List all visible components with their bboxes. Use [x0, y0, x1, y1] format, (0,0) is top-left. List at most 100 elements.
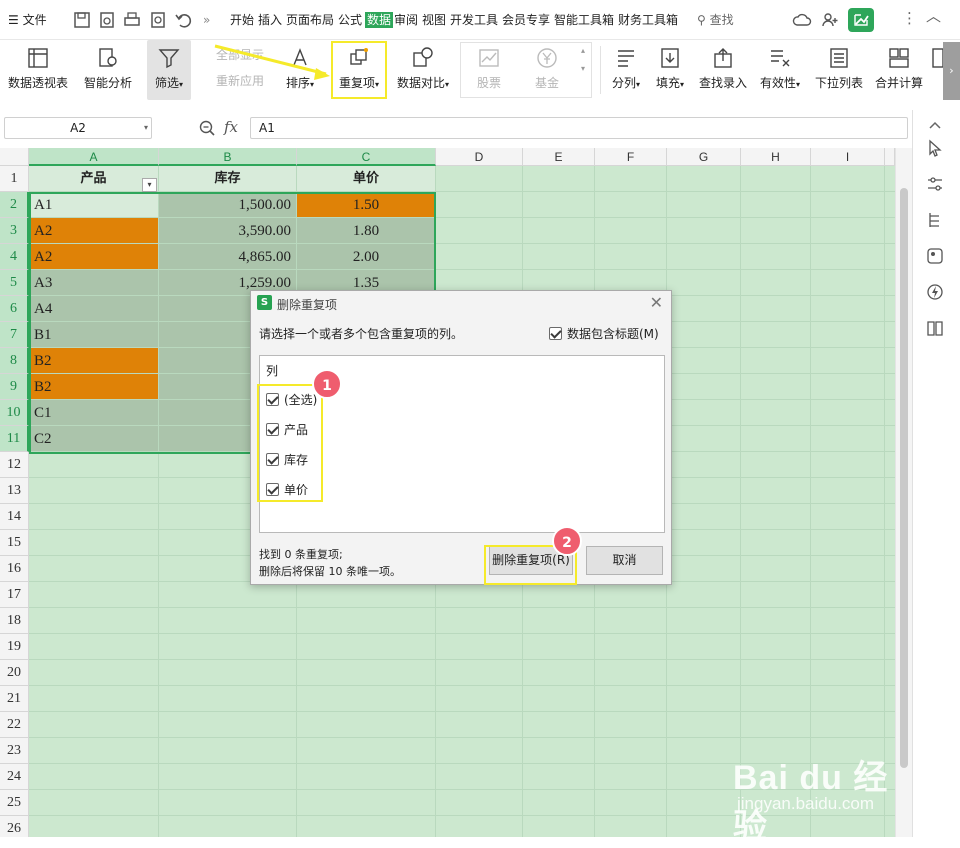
consolidate-button[interactable]: 合并计算	[872, 40, 926, 100]
header-cell-price[interactable]: 单价	[297, 166, 436, 192]
select-all-corner[interactable]	[0, 148, 29, 166]
column-header-g[interactable]: G	[667, 148, 741, 166]
tab-home[interactable]: 开始	[230, 12, 254, 28]
validity-button[interactable]: 有效性▾	[756, 40, 804, 100]
cell-product[interactable]: B1	[29, 322, 159, 348]
tab-formulas[interactable]: 公式	[338, 12, 362, 28]
split-column-button[interactable]: 分列▾	[606, 40, 646, 100]
row-header[interactable]: 9	[0, 374, 29, 400]
reapply-button[interactable]: 重新应用	[196, 68, 268, 96]
cancel-button[interactable]: 取消	[586, 546, 663, 575]
row-header[interactable]: 12	[0, 452, 29, 478]
tab-finance-toolbox[interactable]: 财务工具箱	[618, 12, 678, 28]
row-header[interactable]: 23	[0, 738, 29, 764]
filter-dropdown-button[interactable]: ▾	[142, 178, 157, 192]
cloud-sync-icon[interactable]	[792, 10, 812, 30]
tab-smart-toolbox[interactable]: 智能工具箱	[554, 12, 614, 28]
show-all-button[interactable]: 全部显示	[196, 40, 268, 68]
row-header[interactable]: 16	[0, 556, 29, 582]
column-header-f[interactable]: F	[595, 148, 667, 166]
cell-stock[interactable]: 1,500.00	[159, 192, 297, 218]
tab-developer[interactable]: 开发工具	[450, 12, 498, 28]
column-item-stock[interactable]: 库存	[266, 451, 308, 468]
column-header-j[interactable]	[885, 148, 895, 166]
row-header[interactable]: 14	[0, 504, 29, 530]
tab-review[interactable]: 审阅	[394, 12, 418, 28]
ribbon-overflow-icon[interactable]	[930, 40, 944, 100]
data-compare-button[interactable]: 数据对比▾	[392, 40, 454, 100]
add-user-icon[interactable]	[820, 10, 840, 30]
row-header[interactable]: 24	[0, 764, 29, 790]
tab-member[interactable]: 会员专享	[502, 12, 550, 28]
zoom-icon[interactable]	[198, 119, 216, 137]
column-header-b[interactable]: B	[159, 148, 297, 166]
settings-sliders-icon[interactable]	[925, 174, 945, 194]
collapse-up-icon[interactable]	[925, 116, 945, 136]
share-button[interactable]	[848, 8, 874, 32]
column-header-d[interactable]: D	[436, 148, 523, 166]
stock-gallery-scroll[interactable]: ▴ ▾	[578, 40, 592, 100]
row-header[interactable]: 5	[0, 270, 29, 296]
header-row-checkbox[interactable]: 数据包含标题(M)	[549, 325, 659, 342]
formula-input[interactable]: A1	[250, 117, 908, 139]
cell-product[interactable]: A3	[29, 270, 159, 296]
cell-price[interactable]: 1.80	[297, 218, 436, 244]
tab-view[interactable]: 视图	[422, 12, 446, 28]
column-header-c[interactable]: C	[297, 148, 436, 166]
tab-data[interactable]: 数据	[365, 12, 394, 28]
fx-icon[interactable]: fx	[224, 118, 238, 136]
ribbon-scroll-right-button[interactable]: ›	[943, 42, 960, 100]
duplicates-button[interactable]: 重复项▾	[334, 40, 384, 100]
name-box[interactable]: A2 ▾	[4, 117, 152, 139]
cell-price[interactable]: 1.50	[297, 192, 436, 218]
dialog-title-bar[interactable]: S 删除重复项 ✕	[251, 291, 671, 315]
filter-button[interactable]: 筛选▾	[147, 40, 191, 100]
collapse-ribbon-icon[interactable]: ︿	[926, 8, 941, 24]
row-header[interactable]: 15	[0, 530, 29, 556]
scrollbar-thumb[interactable]	[900, 188, 908, 768]
row-header[interactable]: 10	[0, 400, 29, 426]
row-header[interactable]: 6	[0, 296, 29, 322]
search-box[interactable]: ⚲ 查找	[697, 12, 734, 28]
row-header[interactable]: 2	[0, 192, 29, 218]
dropdown-list-button[interactable]: 下拉列表	[812, 40, 866, 100]
lightning-icon[interactable]	[925, 282, 945, 302]
funds-button[interactable]: 基金	[520, 40, 574, 100]
print-preview-icon[interactable]	[148, 10, 168, 30]
stocks-button[interactable]: 股票	[462, 40, 516, 100]
vertical-scrollbar[interactable]	[895, 148, 912, 837]
pivot-table-button[interactable]: 数据透视表	[4, 40, 72, 100]
smart-analysis-button[interactable]: 智能分析	[78, 40, 138, 100]
print-icon[interactable]	[122, 10, 142, 30]
row-header[interactable]: 26	[0, 816, 29, 837]
fill-button[interactable]: 填充▾	[650, 40, 690, 100]
row-header[interactable]: 1	[0, 166, 29, 192]
row-header[interactable]: 20	[0, 660, 29, 686]
row-header[interactable]: 13	[0, 478, 29, 504]
row-header[interactable]: 7	[0, 322, 29, 348]
style-gallery-icon[interactable]	[925, 246, 945, 266]
cell-product[interactable]: C1	[29, 400, 159, 426]
tab-insert[interactable]: 插入	[258, 12, 282, 28]
row-header[interactable]: 21	[0, 686, 29, 712]
row-header[interactable]: 19	[0, 634, 29, 660]
cell-stock[interactable]: 4,865.00	[159, 244, 297, 270]
tab-page-layout[interactable]: 页面布局	[286, 12, 334, 28]
cell-product[interactable]: A2	[29, 244, 159, 270]
save-icon[interactable]	[72, 10, 92, 30]
cell-product[interactable]: A2	[29, 218, 159, 244]
column-item-product[interactable]: 产品	[266, 421, 308, 438]
file-menu[interactable]: ☰ 文件	[8, 12, 47, 28]
cell-stock[interactable]: 3,590.00	[159, 218, 297, 244]
column-item-price[interactable]: 单价	[266, 481, 308, 498]
row-header[interactable]: 11	[0, 426, 29, 452]
column-header-i[interactable]: I	[811, 148, 885, 166]
row-header[interactable]: 18	[0, 608, 29, 634]
column-header-h[interactable]: H	[741, 148, 811, 166]
cell-product[interactable]: B2	[29, 374, 159, 400]
cell-product[interactable]: B2	[29, 348, 159, 374]
column-header-e[interactable]: E	[523, 148, 595, 166]
row-header[interactable]: 22	[0, 712, 29, 738]
lookup-entry-button[interactable]: 查找录入	[696, 40, 750, 100]
data-panel-icon[interactable]	[925, 210, 945, 230]
